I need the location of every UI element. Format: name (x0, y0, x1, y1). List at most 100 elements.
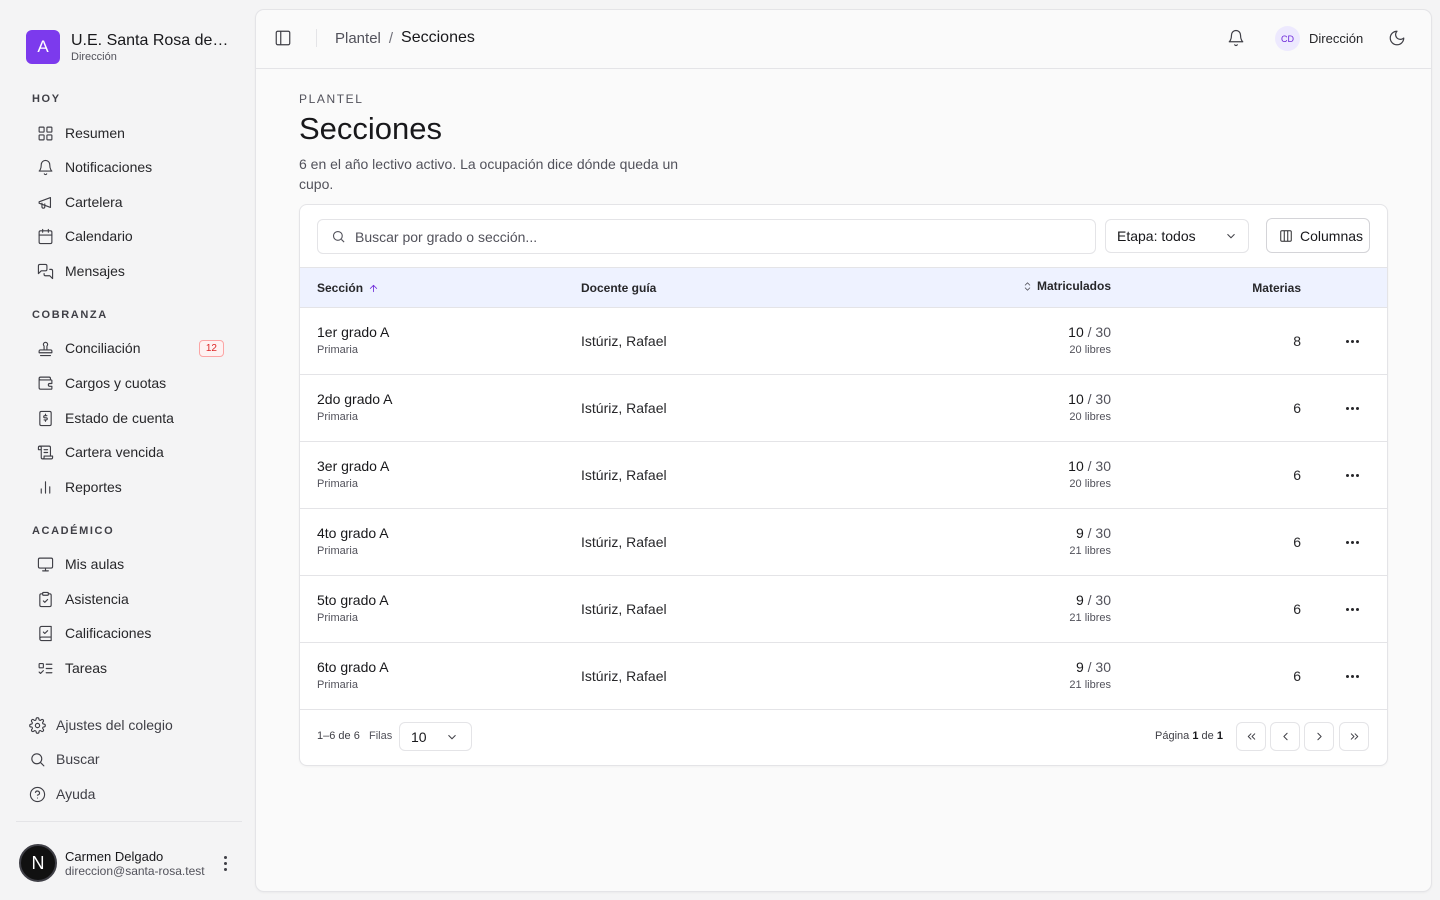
first-page-button[interactable] (1236, 722, 1266, 751)
sidebar-item-label: Reportes (65, 479, 122, 495)
table-row[interactable]: 5to grado A Primaria Istúriz, Rafael 9 /… (300, 576, 1387, 643)
enrolled-value: 9 (1075, 659, 1084, 675)
sidebar-item-mis-aulas[interactable]: Mis aulas (36, 550, 226, 578)
table-row[interactable]: 3er grado A Primaria Istúriz, Rafael 10 … (300, 442, 1387, 509)
guide-teacher: Istúriz, Rafael (581, 534, 667, 550)
guide-teacher: Istúriz, Rafael (581, 467, 667, 483)
theme-toggle-moon-icon[interactable] (1388, 29, 1408, 49)
next-page-button[interactable] (1304, 722, 1334, 751)
guide-teacher: Istúriz, Rafael (581, 400, 667, 416)
notifications-bell-icon[interactable] (1227, 29, 1247, 49)
school-logo: A (26, 30, 60, 64)
user-menu-icon[interactable] (219, 853, 231, 873)
subjects-count: 6 (1293, 534, 1301, 550)
sidebar-item-calificaciones[interactable]: Calificaciones (36, 619, 226, 647)
sidebar-item-label: Asistencia (65, 591, 129, 607)
book-check-icon (36, 624, 54, 642)
capacity-value: / 30 (1087, 592, 1111, 608)
chevrons-right-icon (1350, 733, 1358, 740)
enrolled-value: 10 (1068, 458, 1084, 474)
sidebar-item-label: Tareas (65, 660, 108, 676)
free-seats: 21 libres (1069, 545, 1111, 557)
table-row[interactable]: 6to grado A Primaria Istúriz, Rafael 9 /… (300, 643, 1387, 710)
section-stage: Primaria (317, 478, 358, 490)
sidebar-item-resumen[interactable]: Resumen (36, 119, 226, 147)
sidebar-item-cargos-y-cuotas[interactable]: Cargos y cuotas (36, 369, 226, 397)
sidebar-item-reportes[interactable]: Reportes (36, 473, 226, 501)
sidebar-toggle-icon[interactable] (274, 29, 294, 49)
sidebar-item-label: Conciliación (65, 340, 141, 356)
table-row[interactable]: 4to grado A Primaria Istúriz, Rafael 9 /… (300, 509, 1387, 576)
breadcrumb-separator: / (388, 29, 394, 47)
table-header: Sección Docente guía Matriculados Materi… (300, 267, 1387, 308)
presentation-icon (36, 555, 54, 573)
sidebar-item-calendario[interactable]: Calendario (36, 222, 226, 250)
user-profile[interactable]: N Carmen Delgado direccion@santa-rosa.te… (19, 843, 239, 883)
free-seats: 21 libres (1069, 612, 1111, 624)
chevron-down-icon (448, 734, 456, 739)
sidebar-item-conciliacion[interactable]: Conciliación 12 (36, 334, 226, 362)
previous-page-button[interactable] (1270, 722, 1300, 751)
chevron-right-icon (1316, 732, 1322, 741)
help-circle-icon (28, 785, 46, 803)
column-header-seccion[interactable]: Sección (317, 281, 379, 295)
sidebar-item-label: Calificaciones (65, 625, 152, 641)
row-actions-icon[interactable] (1343, 533, 1361, 551)
capacity-value: / 30 (1087, 324, 1111, 340)
search-box (317, 219, 1096, 254)
search-input[interactable] (355, 228, 1055, 245)
last-page-button[interactable] (1339, 722, 1369, 751)
column-header-matriculados[interactable]: Matriculados (1022, 279, 1111, 293)
page-title: Secciones (299, 111, 443, 146)
table-row[interactable]: 2do grado A Primaria Istúriz, Rafael 10 … (300, 375, 1387, 442)
school-switcher[interactable]: A U.E. Santa Rosa de Lima Dirección (26, 30, 231, 64)
avatar: N (19, 844, 57, 882)
row-actions-icon[interactable] (1343, 667, 1361, 685)
sidebar-item-asistencia[interactable]: Asistencia (36, 585, 226, 613)
sidebar-item-ajustes-del-colegio[interactable]: Ajustes del colegio (28, 711, 228, 739)
column-header-label: Matriculados (1036, 279, 1111, 293)
guide-teacher: Istúriz, Rafael (581, 668, 667, 684)
user-email: direccion@santa-rosa.test (65, 863, 205, 878)
sidebar-item-mensajes[interactable]: Mensajes (36, 257, 226, 285)
bar-chart-icon (36, 478, 54, 496)
account-name: Dirección (1309, 31, 1364, 46)
subjects-count: 6 (1293, 400, 1301, 416)
sidebar-item-cartelera[interactable]: Cartelera (36, 188, 226, 216)
sidebar-item-buscar[interactable]: Buscar (28, 745, 228, 773)
school-name: U.E. Santa Rosa de Lima (71, 31, 231, 49)
chevron-down-icon (1227, 233, 1235, 239)
account-avatar: CD (1275, 26, 1300, 51)
column-header-label: Materias (1252, 281, 1301, 295)
sidebar: A U.E. Santa Rosa de Lima Dirección HOY … (0, 0, 256, 900)
sidebar-item-label: Ajustes del colegio (56, 717, 173, 733)
enrolled-count: 10 / 30 (1068, 458, 1111, 474)
row-actions-icon[interactable] (1343, 600, 1361, 618)
section-label-cobranza: COBRANZA (32, 309, 108, 321)
breadcrumb-plantel[interactable]: Plantel (335, 30, 381, 47)
enrolled-count: 10 / 30 (1068, 391, 1111, 407)
enrolled-value: 10 (1068, 324, 1084, 340)
column-header-label: Docente guía (581, 281, 657, 295)
sidebar-item-ayuda[interactable]: Ayuda (28, 780, 228, 808)
stamp-icon (36, 339, 54, 357)
account-menu[interactable]: CD Dirección (1275, 26, 1363, 51)
section-stage: Primaria (317, 344, 358, 356)
table-row[interactable]: 1er grado A Primaria Istúriz, Rafael 10 … (300, 308, 1387, 375)
columns-button[interactable]: Columnas (1266, 218, 1370, 253)
sidebar-item-estado-de-cuenta[interactable]: Estado de cuenta (36, 404, 226, 432)
sidebar-item-cartera-vencida[interactable]: Cartera vencida (36, 438, 226, 466)
sidebar-item-tareas[interactable]: Tareas (36, 654, 226, 682)
row-actions-icon[interactable] (1343, 466, 1361, 484)
rows-per-page-select[interactable]: 10 (399, 722, 472, 751)
row-actions-icon[interactable] (1343, 332, 1361, 350)
guide-teacher: Istúriz, Rafael (581, 601, 667, 617)
page-eyebrow: PLANTEL (299, 92, 364, 106)
capacity-value: / 30 (1087, 458, 1111, 474)
stage-filter-select[interactable]: Etapa: todos (1105, 219, 1249, 253)
row-actions-icon[interactable] (1343, 399, 1361, 417)
section-name: 3er grado A (317, 458, 390, 474)
sidebar-item-label: Estado de cuenta (65, 410, 174, 426)
sidebar-item-notificaciones[interactable]: Notificaciones (36, 153, 226, 181)
capacity-value: / 30 (1087, 659, 1111, 675)
